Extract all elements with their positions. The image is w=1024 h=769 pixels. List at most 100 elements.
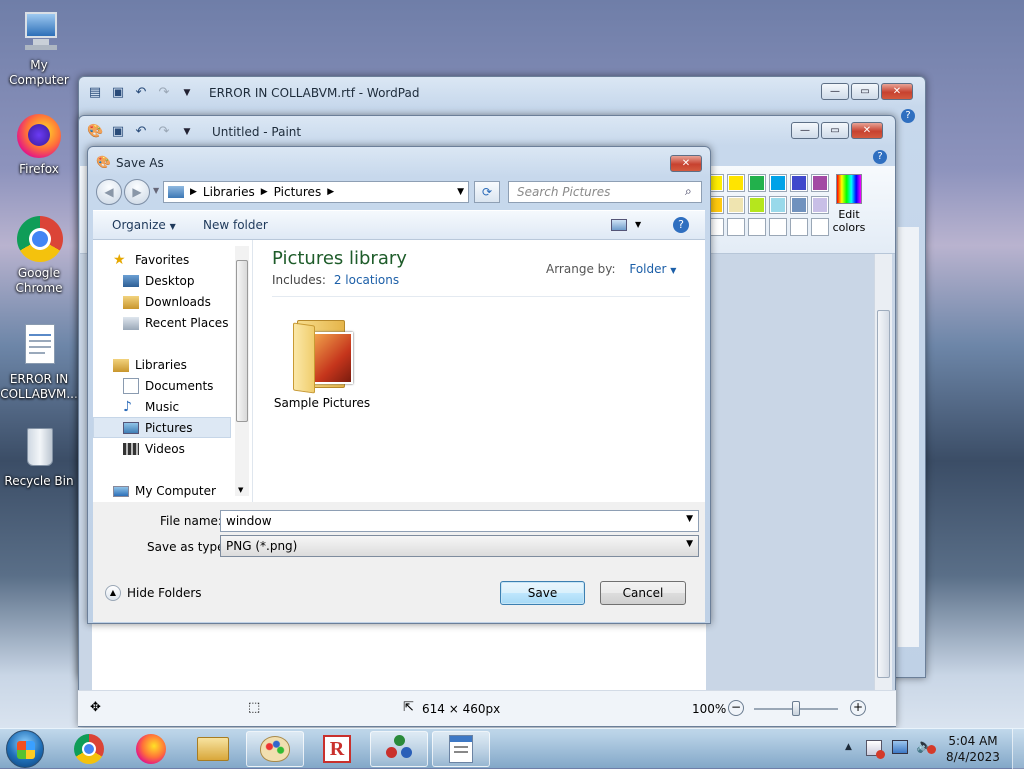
taskbar-app-sli[interactable] (370, 731, 428, 767)
back-button[interactable]: ◀ (96, 179, 122, 205)
color-swatch[interactable] (790, 174, 808, 192)
chevron-down-icon[interactable]: ▼ (686, 539, 693, 549)
color-swatch[interactable] (811, 218, 829, 236)
chevron-down-icon[interactable]: ▼ (179, 85, 195, 101)
taskbar-roblox[interactable]: R (308, 731, 366, 767)
network-icon[interactable] (892, 740, 908, 754)
save-as-type-select[interactable]: PNG (*.png) ▼ (220, 535, 699, 557)
scroll-thumb[interactable] (877, 310, 890, 678)
forward-button[interactable]: ▶ (124, 179, 150, 205)
undo-icon[interactable]: ↶ (133, 85, 149, 101)
cancel-button[interactable]: Cancel (600, 581, 686, 605)
vertical-scrollbar[interactable] (874, 254, 892, 691)
chevron-down-icon[interactable]: ▼ (670, 266, 676, 275)
close-button[interactable]: ✕ (670, 155, 702, 172)
wordpad-app-icon[interactable]: ▤ (87, 85, 103, 101)
volume-muted-icon[interactable]: 🔈 (916, 738, 937, 754)
desktop-icon-chrome[interactable]: Google Chrome (0, 216, 78, 296)
undo-icon[interactable]: ↶ (133, 124, 149, 140)
nav-my-computer[interactable]: My Computer (113, 481, 216, 501)
nav-desktop[interactable]: Desktop (123, 271, 195, 291)
zoom-in-button[interactable]: + (850, 700, 866, 716)
nav-libraries[interactable]: Libraries (113, 355, 187, 375)
address-dropdown-icon[interactable]: ▼ (457, 187, 464, 197)
minimize-button[interactable]: — (791, 122, 819, 139)
view-options-icon[interactable] (611, 219, 627, 231)
maximize-button[interactable]: ▭ (851, 83, 879, 100)
zoom-slider[interactable] (754, 701, 838, 716)
color-swatch[interactable] (748, 218, 766, 236)
chevron-down-icon[interactable]: ▼ (179, 124, 195, 140)
desktop-icon-recycle-bin[interactable]: Recycle Bin (0, 424, 78, 489)
save-icon[interactable]: ▣ (110, 124, 126, 140)
recent-locations-icon[interactable]: ▼ (153, 186, 159, 195)
color-swatch[interactable] (769, 218, 787, 236)
taskbar-wordpad[interactable] (432, 731, 490, 767)
desktop-icon-my-computer[interactable]: My Computer (0, 8, 78, 88)
nav-scrollbar[interactable]: ▼ (235, 246, 249, 496)
save-icon[interactable]: ▣ (110, 85, 126, 101)
breadcrumb-libraries[interactable]: Libraries (203, 185, 255, 199)
nav-favorites[interactable]: ★ Favorites (113, 250, 189, 270)
help-icon[interactable]: ? (673, 217, 689, 233)
file-name-input[interactable]: window ▼ (220, 510, 699, 532)
desktop-icon-rtf-file[interactable]: ERROR IN COLLABVM... (0, 322, 78, 402)
scroll-thumb[interactable] (236, 260, 248, 422)
organize-button[interactable]: Organize ▼ (112, 218, 176, 232)
nav-pictures[interactable]: Pictures (123, 418, 193, 438)
color-swatch[interactable] (748, 196, 766, 214)
new-folder-button[interactable]: New folder (203, 218, 268, 232)
color-swatch[interactable] (811, 196, 829, 214)
nav-documents[interactable]: Documents (123, 376, 213, 396)
clock[interactable]: 5:04 AM 8/4/2023 (940, 733, 1006, 765)
show-desktop-button[interactable] (1012, 729, 1024, 769)
zoom-slider-thumb[interactable] (792, 701, 800, 716)
close-button[interactable]: ✕ (851, 122, 883, 139)
save-as-dialog[interactable]: 🎨 Save As ✕ ◀ ▶ ▼ ▶ Libraries ▶ Pictures… (87, 146, 711, 624)
redo-icon[interactable]: ↷ (156, 124, 172, 140)
save-button[interactable]: Save (500, 581, 585, 605)
folder-item[interactable]: Sample Pictures (267, 302, 377, 410)
show-hidden-icons-button[interactable]: ▲ (845, 742, 852, 752)
nav-recent-places[interactable]: Recent Places (123, 313, 228, 333)
arrange-by-dropdown[interactable]: Folder (629, 262, 666, 276)
scroll-down-icon[interactable]: ▼ (238, 486, 243, 494)
edit-colors-button[interactable]: Edit colors (832, 172, 866, 240)
taskbar-paint[interactable] (246, 731, 304, 767)
start-button[interactable] (6, 730, 44, 768)
locations-link[interactable]: 2 locations (334, 273, 399, 287)
color-swatch[interactable] (769, 196, 787, 214)
nav-videos[interactable]: Videos (123, 439, 185, 459)
hide-folders-button[interactable]: ▲ Hide Folders (105, 585, 202, 601)
refresh-button[interactable]: ⟳ (474, 181, 500, 203)
action-center-icon[interactable] (866, 740, 885, 759)
address-bar[interactable]: ▶ Libraries ▶ Pictures ▶ ▼ (163, 181, 469, 203)
chevron-down-icon[interactable]: ▼ (635, 220, 641, 229)
maximize-button[interactable]: ▭ (821, 122, 849, 139)
close-button[interactable]: ✕ (881, 83, 913, 100)
color-swatch[interactable] (769, 174, 787, 192)
help-icon[interactable]: ? (901, 109, 915, 123)
search-input[interactable]: Search Pictures (508, 181, 702, 203)
color-swatch[interactable] (790, 196, 808, 214)
color-swatch[interactable] (790, 218, 808, 236)
desktop-icon-firefox[interactable]: Firefox (0, 112, 78, 177)
color-swatch[interactable] (727, 218, 745, 236)
wordpad-scrollbar[interactable] (897, 227, 919, 647)
color-swatch[interactable] (748, 174, 766, 192)
taskbar-chrome[interactable] (60, 731, 118, 767)
color-swatch[interactable] (727, 196, 745, 214)
minimize-button[interactable]: — (821, 83, 849, 100)
paint-app-icon[interactable]: 🎨 (87, 124, 103, 140)
taskbar-explorer[interactable] (184, 731, 242, 767)
breadcrumb-pictures[interactable]: Pictures (274, 185, 322, 199)
chevron-down-icon[interactable]: ▼ (686, 514, 693, 524)
help-icon[interactable]: ? (873, 150, 887, 164)
nav-downloads[interactable]: Downloads (123, 292, 211, 312)
redo-icon[interactable]: ↷ (156, 85, 172, 101)
zoom-out-button[interactable]: − (728, 700, 744, 716)
taskbar-firefox[interactable] (122, 731, 180, 767)
nav-music[interactable]: ♪ Music (123, 397, 179, 417)
color-swatch[interactable] (811, 174, 829, 192)
color-swatch[interactable] (727, 174, 745, 192)
